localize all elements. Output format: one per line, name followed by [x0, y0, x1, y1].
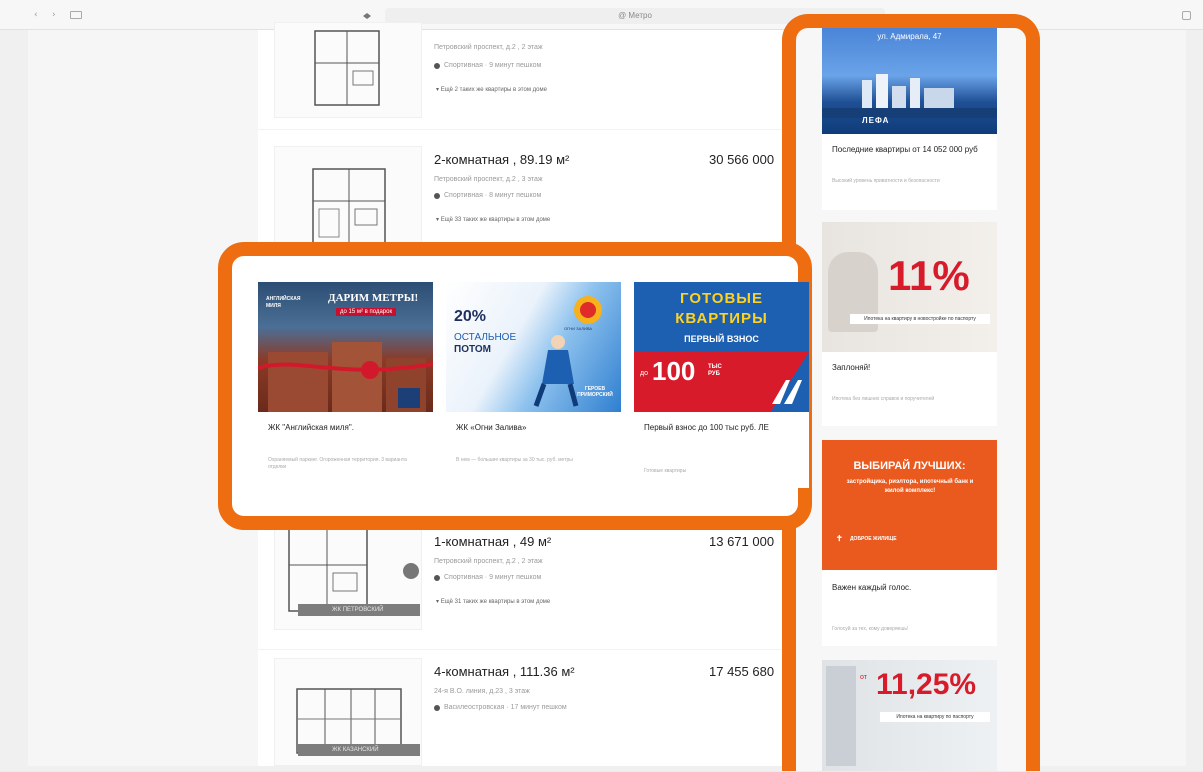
listing-metro-text: Спортивная · 8 минут пешком	[444, 192, 542, 199]
ad-banner-line1: ГОТОВЫЕ	[680, 290, 763, 307]
listing-metro: Спортивная · 9 минут пешком	[434, 574, 541, 581]
listing-address: Петровский проспект, д.2 , 3 этаж	[434, 176, 543, 183]
listing-address: Петровский проспект, д.2 , 2 этаж	[434, 44, 543, 51]
browser-window: ‹ › @ Метро Петровский проспект, д.2 , 2…	[0, 0, 1203, 771]
more-apartments-text: Ещё 2 таких же квартиры в этом доме	[440, 87, 547, 93]
listing-metro-text: Спортивная · 9 минут пешком	[444, 62, 542, 69]
complex-band: ЖК ПЕТРОВСКИЙ	[298, 604, 420, 616]
ad-caption[interactable]: ЖК "Английская миля".	[268, 422, 428, 433]
more-apartments-link[interactable]: ▾ Ещё 2 таких же квартиры в этом доме	[436, 86, 547, 93]
listing-title[interactable]: 2-комнатная , 89.19 м²	[434, 152, 569, 167]
more-apartments-link[interactable]: ▾ Ещё 31 таких же квартиры в этом доме	[436, 598, 550, 605]
ad-banner-line2: КВАРТИРЫ	[675, 310, 768, 327]
ad-banner-subline: до 15 м² в подарок	[336, 308, 397, 316]
ad-banner-brand: ОГНИ ЗАЛИВА	[564, 326, 593, 331]
company-logo-icon	[772, 380, 802, 404]
nav-buttons: ‹ ›	[34, 11, 82, 20]
metro-icon	[434, 62, 440, 69]
sidebar-icon[interactable]	[70, 11, 82, 19]
listing-title[interactable]: 4-комнатная , 111.36 м²	[434, 664, 575, 679]
floor-plan-image[interactable]	[274, 22, 422, 118]
ad-banner-line3: ПЕРВЫЙ ВЗНОС	[684, 334, 759, 344]
ad-subtext: В нем — большие квартиры за 30 тыс. руб.…	[456, 457, 573, 463]
ad-banner-prefix: до	[640, 370, 648, 377]
ad-caption[interactable]: Первый взнос до 100 тыс руб. ЛЕ	[644, 422, 804, 433]
listing-title[interactable]: 1-комнатная , 49 м²	[434, 534, 551, 549]
ad-caption[interactable]: ЖК «Огни Залива»	[456, 422, 616, 433]
listing-price: 13 671 000	[709, 534, 775, 549]
ad-subtext: Готовые квартиры	[644, 468, 687, 474]
ad-banner-line1: ОСТАЛЬНОЕ	[454, 332, 517, 343]
metro-icon	[434, 192, 440, 199]
listing-metro: Спортивная · 8 минут пешком	[434, 192, 541, 199]
sun-logo-icon	[574, 296, 602, 324]
compass-icon	[403, 563, 419, 579]
more-apartments-text: Ещё 31 таких же квартиры в этом доме	[440, 599, 551, 605]
ad-banner-line2: ПОТОМ	[454, 344, 491, 355]
ad-banner-image[interactable]: ГОТОВЫЕ КВАРТИРЫ ПЕРВЫЙ ВЗНОС до 100 ТЫС…	[634, 282, 809, 412]
ad-banner-image[interactable]: АНГЛИЙСКАЯ МИЛЯ ДАРИМ МЕТРЫ! до 15 м² в …	[258, 282, 433, 412]
center-ad-card[interactable]: ГОТОВЫЕ КВАРТИРЫ ПЕРВЫЙ ВЗНОС до 100 ТЫС…	[634, 282, 809, 488]
divider	[258, 129, 793, 130]
listing-metro: Василеостровская · 17 минут пешком	[434, 704, 567, 711]
more-apartments-link[interactable]: ▾ Ещё 33 таких же квартиры в этом доме	[436, 216, 550, 223]
ad-banner-image[interactable]: 20% ОСТАЛЬНОЕ ПОТОМ ОГНИ ЗАЛИВА ГЕРОЕВ П…	[446, 282, 621, 412]
ad-subtext: Охраняемый паркинг. Огороженная территор…	[268, 457, 407, 470]
center-ad-card[interactable]: 20% ОСТАЛЬНОЕ ПОТОМ ОГНИ ЗАЛИВА ГЕРОЕВ П…	[446, 282, 621, 488]
ad-banner-headline: ДАРИМ МЕТРЫ!	[328, 292, 419, 304]
more-apartments-text: Ещё 33 таких же квартиры в этом доме	[440, 217, 551, 223]
complex-band: ЖК КАЗАНСКИЙ	[298, 744, 420, 756]
listing-card[interactable]: Петровский проспект, д.2 , 2 этаж Спорти…	[258, 22, 793, 130]
back-icon[interactable]: ‹	[34, 11, 44, 20]
listing-metro-text: Василеостровская · 17 минут пешком	[444, 704, 567, 711]
listing-address: Петровский проспект, д.2 , 2 этаж	[434, 558, 543, 565]
metro-icon	[434, 574, 440, 581]
highlight-frame-right	[782, 14, 1040, 771]
ad-banner-left: АНГЛИЙСКАЯ МИЛЯ	[266, 296, 301, 309]
ad-banner-foot: ГЕРОЕВ ПРИМОРСКИЙ	[577, 386, 613, 398]
ad-banner-amount: 100	[652, 356, 696, 386]
listing-price: 30 566 000	[709, 152, 775, 167]
shield-icon[interactable]	[362, 12, 372, 20]
ad-banner-unit: ТЫС РУБ	[708, 364, 722, 377]
ad-banner-percent: 20%	[454, 308, 487, 325]
metro-icon	[434, 704, 440, 711]
listing-metro: Спортивная · 9 минут пешком	[434, 62, 541, 69]
listing-card[interactable]: 1-комнатная , 49 м² 13 671 000 Петровски…	[258, 514, 793, 650]
tabs-icon[interactable]	[1182, 11, 1191, 20]
center-ad-card[interactable]: АНГЛИЙСКАЯ МИЛЯ ДАРИМ МЕТРЫ! до 15 м² в …	[258, 282, 433, 488]
listing-price: 17 455 680	[709, 664, 775, 679]
listing-metro-text: Спортивная · 9 минут пешком	[444, 574, 542, 581]
listing-address: 24-я В.О. линия, д.23 , 3 этаж	[434, 688, 530, 695]
forward-icon[interactable]: ›	[52, 11, 62, 20]
